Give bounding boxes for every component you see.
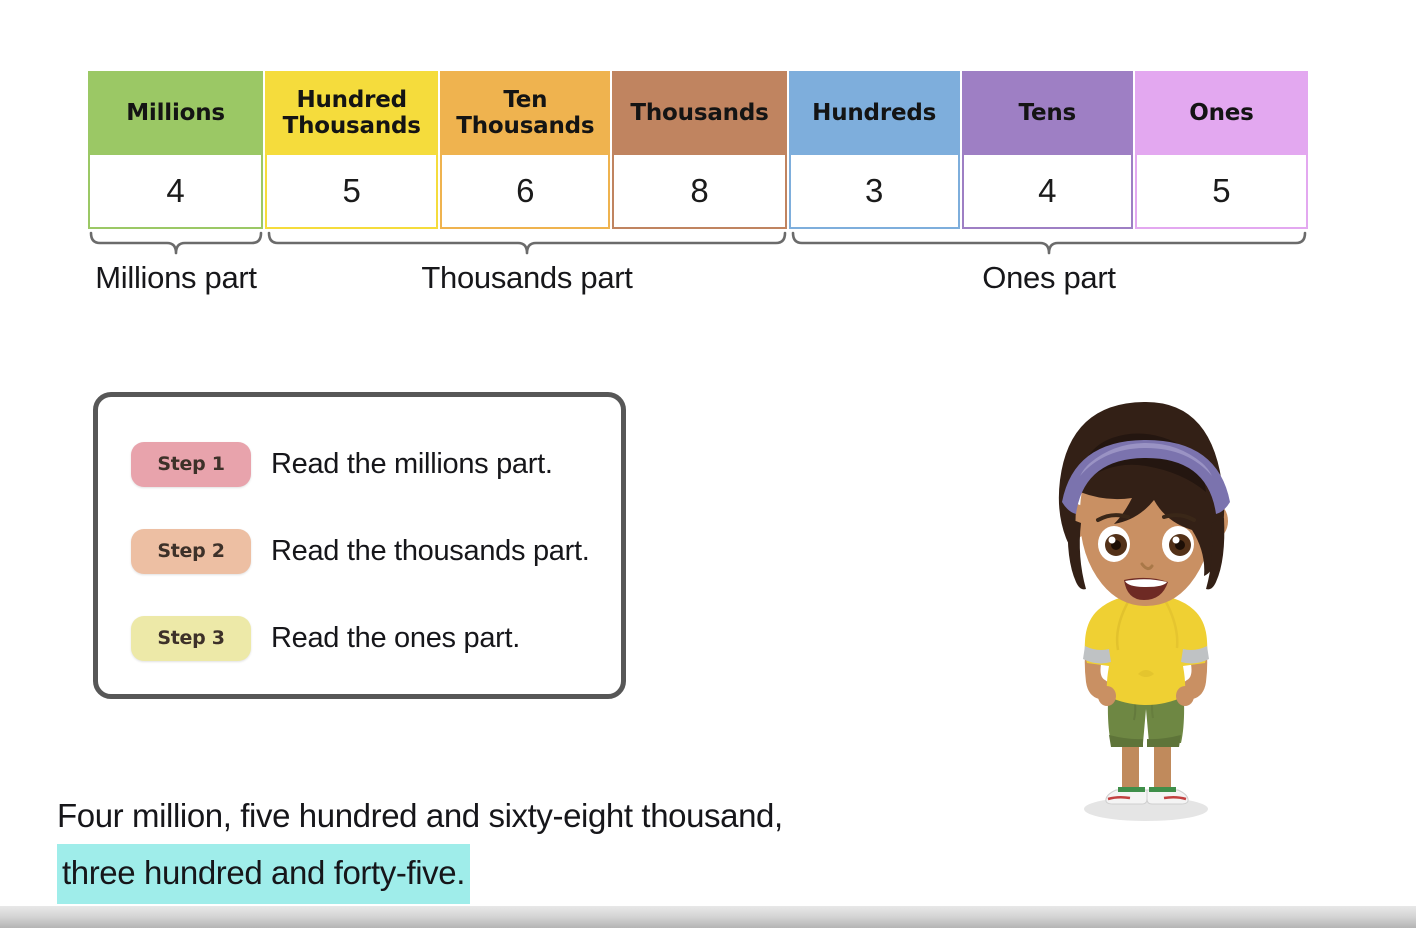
brace-label: Thousands part [421,260,633,295]
place-value-column-ten-thousands: Ten Thousands 6 [440,71,611,229]
step-instruction-text: Read the millions part. [271,447,553,480]
answer-text: Four million, five hundred and sixty-eig… [57,788,957,904]
place-value-header: Millions [88,71,264,155]
place-value-digit: 4 [961,155,1133,229]
brace-ones-part [790,231,1308,257]
steps-box: Step 1 Read the millions part. Step 2 Read … [93,392,626,699]
brace-thousands-part [266,231,788,257]
brace-label: Ones part [982,260,1116,295]
place-value-digit: 8 [612,155,787,229]
student-character-illustration [1018,398,1276,828]
character-shoes [1105,787,1189,805]
step-row: Step 1 Read the millions part. [131,435,621,493]
brace-label: Millions part [95,260,257,295]
place-value-header: Ten Thousands [440,71,611,155]
bottom-scrollbar-area[interactable] [0,906,1416,928]
step-badge: Step 1 [131,441,251,487]
place-value-header: Hundreds [788,71,960,155]
place-value-column-hundred-thousands: Hundred Thousands 5 [265,71,439,229]
place-value-digit: 5 [265,155,439,229]
answer-line-1: Four million, five hundred and sixty-eig… [57,797,783,834]
place-value-header: Tens [961,71,1133,155]
brace-millions-part [88,231,264,257]
place-value-table: Millions 4 Hundred Thousands 5 Ten Thousands 6 T… [88,71,1309,229]
place-value-digit: 5 [1134,155,1309,229]
answer-line-2-highlighted: three hundred and forty-five. [57,844,470,904]
place-value-brace-labels: Millions part Thousands part Ones part [88,260,1308,306]
step-instruction-text: Read the ones part. [271,621,521,654]
place-value-header: Ones [1134,71,1309,155]
place-value-digit: 6 [440,155,611,229]
place-value-column-tens: Tens 4 [961,71,1133,229]
step-row: Step 2 Read the thousands part. [131,522,621,580]
place-value-braces [88,231,1308,257]
place-value-header: Thousands [612,71,787,155]
place-value-column-thousands: Thousands 8 [612,71,787,229]
place-value-digit: 4 [88,155,264,229]
step-instruction-text: Read the thousands part. [271,534,590,567]
step-badge: Step 3 [131,615,251,661]
step-badge: Step 2 [131,528,251,574]
place-value-column-millions: Millions 4 [88,71,264,229]
place-value-column-hundreds: Hundreds 3 [788,71,960,229]
place-value-column-ones: Ones 5 [1134,71,1309,229]
place-value-header: Hundred Thousands [265,71,439,155]
place-value-digit: 3 [788,155,960,229]
step-row: Step 3 Read the ones part. [131,609,621,667]
